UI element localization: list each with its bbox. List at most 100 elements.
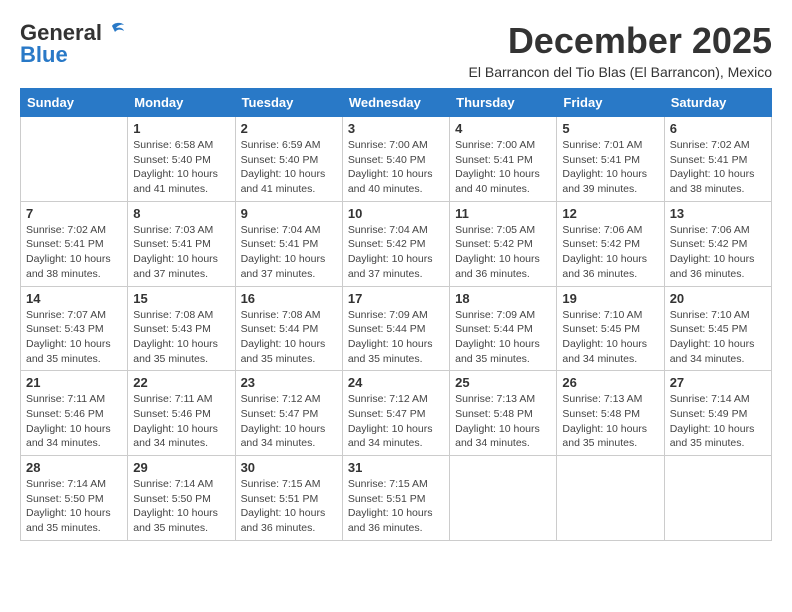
day-number: 26 — [562, 375, 658, 390]
day-number: 31 — [348, 460, 444, 475]
logo-blue: Blue — [20, 42, 68, 68]
calendar-cell: 24 Sunrise: 7:12 AM Sunset: 5:47 PM Dayli… — [342, 371, 449, 456]
day-info: Sunrise: 7:13 AM Sunset: 5:48 PM Dayligh… — [562, 392, 658, 451]
day-number: 24 — [348, 375, 444, 390]
logo: General Blue — [20, 20, 126, 68]
calendar-cell: 15 Sunrise: 7:08 AM Sunset: 5:43 PM Dayli… — [128, 286, 235, 371]
day-number: 9 — [241, 206, 337, 221]
day-number: 13 — [670, 206, 766, 221]
calendar-cell: 7 Sunrise: 7:02 AM Sunset: 5:41 PM Daylig… — [21, 201, 128, 286]
calendar-cell — [450, 456, 557, 541]
calendar-week-row: 21 Sunrise: 7:11 AM Sunset: 5:46 PM Dayli… — [21, 371, 772, 456]
weekday-header-thursday: Thursday — [450, 89, 557, 117]
calendar-cell: 18Sunrise: 7:09 AM Sunset: 5:44 PM Dayli… — [450, 286, 557, 371]
calendar-cell: 8Sunrise: 7:03 AM Sunset: 5:41 PM Daylig… — [128, 201, 235, 286]
weekday-header-monday: Monday — [128, 89, 235, 117]
day-number: 5 — [562, 121, 658, 136]
logo-bird-icon — [104, 20, 126, 42]
calendar-cell: 20Sunrise: 7:10 AM Sunset: 5:45 PM Dayli… — [664, 286, 771, 371]
calendar-cell: 12 Sunrise: 7:06 AM Sunset: 5:42 PM Dayli… — [557, 201, 664, 286]
calendar-cell: 26 Sunrise: 7:13 AM Sunset: 5:48 PM Dayli… — [557, 371, 664, 456]
calendar-cell: 5 Sunrise: 7:01 AM Sunset: 5:41 PM Daylig… — [557, 117, 664, 202]
day-number: 12 — [562, 206, 658, 221]
day-number: 3 — [348, 121, 444, 136]
day-number: 23 — [241, 375, 337, 390]
day-number: 2 — [241, 121, 337, 136]
calendar-cell: 11 Sunrise: 7:05 AM Sunset: 5:42 PM Dayli… — [450, 201, 557, 286]
day-number: 14 — [26, 291, 122, 306]
month-title: December 2025 — [469, 20, 772, 62]
day-number: 30 — [241, 460, 337, 475]
calendar-cell: 9 Sunrise: 7:04 AM Sunset: 5:41 PM Daylig… — [235, 201, 342, 286]
day-info: Sunrise: 7:14 AM Sunset: 5:50 PM Dayligh… — [26, 477, 122, 536]
day-info: Sunrise: 7:14 AM Sunset: 5:49 PM Dayligh… — [670, 392, 766, 451]
day-number: 16 — [241, 291, 337, 306]
day-info: Sunrise: 7:08 AM Sunset: 5:44 PM Dayligh… — [241, 308, 337, 367]
calendar-week-row: 14Sunrise: 7:07 AM Sunset: 5:43 PM Dayli… — [21, 286, 772, 371]
weekday-header-tuesday: Tuesday — [235, 89, 342, 117]
calendar-cell: 19 Sunrise: 7:10 AM Sunset: 5:45 PM Dayli… — [557, 286, 664, 371]
day-number: 21 — [26, 375, 122, 390]
day-info: Sunrise: 7:06 AM Sunset: 5:42 PM Dayligh… — [670, 223, 766, 282]
day-info: Sunrise: 7:14 AM Sunset: 5:50 PM Dayligh… — [133, 477, 229, 536]
day-info: Sunrise: 7:09 AM Sunset: 5:44 PM Dayligh… — [348, 308, 444, 367]
day-number: 15 — [133, 291, 229, 306]
day-info: Sunrise: 7:10 AM Sunset: 5:45 PM Dayligh… — [670, 308, 766, 367]
calendar-cell — [557, 456, 664, 541]
day-info: Sunrise: 7:15 AM Sunset: 5:51 PM Dayligh… — [241, 477, 337, 536]
day-info: Sunrise: 7:11 AM Sunset: 5:46 PM Dayligh… — [26, 392, 122, 451]
day-info: Sunrise: 7:04 AM Sunset: 5:41 PM Dayligh… — [241, 223, 337, 282]
day-info: Sunrise: 7:01 AM Sunset: 5:41 PM Dayligh… — [562, 138, 658, 197]
day-info: Sunrise: 7:06 AM Sunset: 5:42 PM Dayligh… — [562, 223, 658, 282]
day-info: Sunrise: 7:02 AM Sunset: 5:41 PM Dayligh… — [670, 138, 766, 197]
calendar-cell: 10 Sunrise: 7:04 AM Sunset: 5:42 PM Dayli… — [342, 201, 449, 286]
day-info: Sunrise: 7:10 AM Sunset: 5:45 PM Dayligh… — [562, 308, 658, 367]
calendar-cell: 17 Sunrise: 7:09 AM Sunset: 5:44 PM Dayli… — [342, 286, 449, 371]
header: General Blue December 2025 El Barrancon … — [20, 20, 772, 80]
day-info: Sunrise: 7:00 AM Sunset: 5:40 PM Dayligh… — [348, 138, 444, 197]
calendar-week-row: 28 Sunrise: 7:14 AM Sunset: 5:50 PM Dayli… — [21, 456, 772, 541]
day-info: Sunrise: 7:02 AM Sunset: 5:41 PM Dayligh… — [26, 223, 122, 282]
calendar-cell: 6 Sunrise: 7:02 AM Sunset: 5:41 PM Daylig… — [664, 117, 771, 202]
calendar-week-row: 1Sunrise: 6:58 AM Sunset: 5:40 PM Daylig… — [21, 117, 772, 202]
day-info: Sunrise: 7:12 AM Sunset: 5:47 PM Dayligh… — [348, 392, 444, 451]
title-area: December 2025 El Barrancon del Tio Blas … — [469, 20, 772, 80]
day-info: Sunrise: 7:11 AM Sunset: 5:46 PM Dayligh… — [133, 392, 229, 451]
location-title: El Barrancon del Tio Blas (El Barrancon)… — [469, 64, 772, 80]
day-info: Sunrise: 7:04 AM Sunset: 5:42 PM Dayligh… — [348, 223, 444, 282]
day-number: 10 — [348, 206, 444, 221]
day-number: 25 — [455, 375, 551, 390]
day-info: Sunrise: 7:15 AM Sunset: 5:51 PM Dayligh… — [348, 477, 444, 536]
calendar-cell: 2 Sunrise: 6:59 AM Sunset: 5:40 PM Daylig… — [235, 117, 342, 202]
day-info: Sunrise: 6:58 AM Sunset: 5:40 PM Dayligh… — [133, 138, 229, 197]
day-info: Sunrise: 7:03 AM Sunset: 5:41 PM Dayligh… — [133, 223, 229, 282]
day-info: Sunrise: 7:00 AM Sunset: 5:41 PM Dayligh… — [455, 138, 551, 197]
weekday-header-sunday: Sunday — [21, 89, 128, 117]
day-number: 28 — [26, 460, 122, 475]
day-number: 4 — [455, 121, 551, 136]
calendar-cell: 21 Sunrise: 7:11 AM Sunset: 5:46 PM Dayli… — [21, 371, 128, 456]
weekday-header-saturday: Saturday — [664, 89, 771, 117]
calendar-cell: 22 Sunrise: 7:11 AM Sunset: 5:46 PM Dayli… — [128, 371, 235, 456]
day-number: 6 — [670, 121, 766, 136]
day-info: Sunrise: 7:08 AM Sunset: 5:43 PM Dayligh… — [133, 308, 229, 367]
day-number: 7 — [26, 206, 122, 221]
calendar-cell: 16 Sunrise: 7:08 AM Sunset: 5:44 PM Dayli… — [235, 286, 342, 371]
calendar-header-row: SundayMondayTuesdayWednesdayThursdayFrid… — [21, 89, 772, 117]
day-info: Sunrise: 7:13 AM Sunset: 5:48 PM Dayligh… — [455, 392, 551, 451]
calendar-cell: 27 Sunrise: 7:14 AM Sunset: 5:49 PM Dayli… — [664, 371, 771, 456]
day-number: 22 — [133, 375, 229, 390]
day-info: Sunrise: 7:09 AM Sunset: 5:44 PM Dayligh… — [455, 308, 551, 367]
calendar-cell: 25 Sunrise: 7:13 AM Sunset: 5:48 PM Dayli… — [450, 371, 557, 456]
day-info: Sunrise: 7:05 AM Sunset: 5:42 PM Dayligh… — [455, 223, 551, 282]
calendar-cell: 30 Sunrise: 7:15 AM Sunset: 5:51 PM Dayli… — [235, 456, 342, 541]
weekday-header-friday: Friday — [557, 89, 664, 117]
day-number: 27 — [670, 375, 766, 390]
calendar-cell: 23Sunrise: 7:12 AM Sunset: 5:47 PM Dayli… — [235, 371, 342, 456]
day-number: 29 — [133, 460, 229, 475]
day-info: Sunrise: 6:59 AM Sunset: 5:40 PM Dayligh… — [241, 138, 337, 197]
day-number: 19 — [562, 291, 658, 306]
day-number: 11 — [455, 206, 551, 221]
calendar-cell — [664, 456, 771, 541]
day-number: 17 — [348, 291, 444, 306]
